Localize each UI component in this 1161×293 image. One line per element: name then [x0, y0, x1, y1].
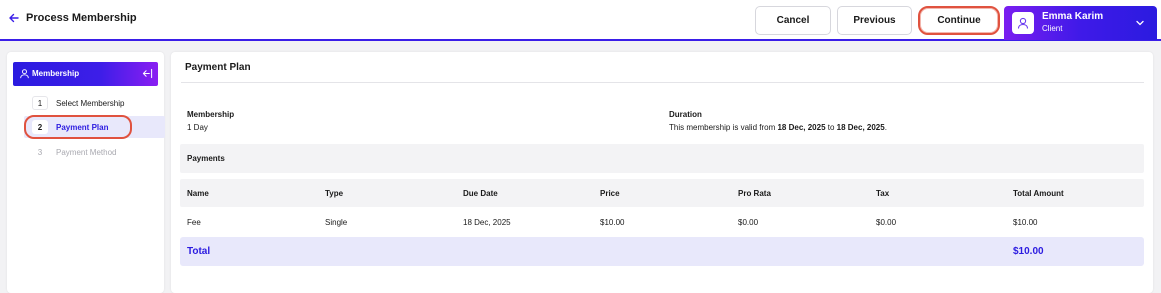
steps-header-title: Membership [32, 69, 80, 78]
previous-button[interactable]: Previous [837, 6, 912, 35]
column-header: Price [600, 189, 620, 198]
membership-label: Membership [187, 110, 235, 119]
payment-plan-card: Payment Plan Membership 1 Day Duration T… [171, 52, 1153, 293]
payments-title: Payments [187, 154, 225, 163]
column-header: Tax [876, 189, 890, 198]
steps-panel: Membership 1 Select Membership 2 Payment… [7, 52, 165, 293]
user-name: Emma Karim [1042, 11, 1104, 22]
step-select-membership[interactable]: 1 Select Membership [24, 92, 165, 114]
collapse-panel-icon[interactable] [142, 68, 153, 79]
step-label: Select Membership [56, 98, 125, 108]
column-header: Due Date [463, 189, 498, 198]
total-label: Total [187, 246, 211, 257]
page-title: Process Membership [26, 12, 137, 24]
table-cell: $10.00 [600, 218, 625, 227]
table-cell: Fee [187, 218, 201, 227]
table-cell: $10.00 [1013, 218, 1038, 227]
membership-value: 1 Day [187, 123, 208, 132]
section-title: Payment Plan [185, 62, 251, 73]
column-header: Name [187, 189, 209, 198]
chevron-down-icon[interactable] [1134, 17, 1146, 29]
column-header: Type [325, 189, 344, 198]
duration-label: Duration [669, 110, 702, 119]
column-header: Pro Rata [738, 189, 771, 198]
column-header: Total Amount [1013, 189, 1064, 198]
table-row: Fee Single 18 Dec, 2025 $10.00 $0.00 $0.… [180, 208, 1144, 236]
top-bar: Process Membership Cancel Previous Conti… [0, 0, 1161, 41]
highlight-ring [24, 115, 132, 139]
back-link[interactable]: Process Membership [8, 12, 137, 24]
table-cell: 18 Dec, 2025 [463, 218, 511, 227]
step-payment-method[interactable]: 3 Payment Method [24, 141, 165, 163]
total-value: $10.00 [1013, 246, 1044, 257]
user-menu[interactable]: Emma Karim Client [1004, 6, 1157, 40]
step-label: Payment Method [56, 147, 117, 157]
step-number: 3 [37, 147, 43, 157]
continue-button[interactable]: Continue [918, 6, 1000, 35]
table-cell: $0.00 [876, 218, 897, 227]
total-row: Total $10.00 [180, 237, 1144, 266]
table-cell: $0.00 [738, 218, 759, 227]
user-icon [1017, 17, 1029, 29]
avatar [1012, 12, 1034, 34]
step-number: 1 [32, 96, 48, 110]
steps-header: Membership [13, 62, 158, 86]
duration-value: This membership is valid from 18 Dec, 20… [669, 123, 887, 132]
user-icon [20, 69, 29, 79]
cancel-button[interactable]: Cancel [755, 6, 831, 35]
table-header: Name Type Due Date Price Pro Rata Tax To… [180, 179, 1144, 207]
divider [181, 82, 1144, 83]
user-role: Client [1042, 24, 1063, 33]
payments-header: Payments [180, 144, 1144, 173]
table-cell: Single [325, 218, 348, 227]
arrow-left-icon[interactable] [8, 12, 20, 24]
